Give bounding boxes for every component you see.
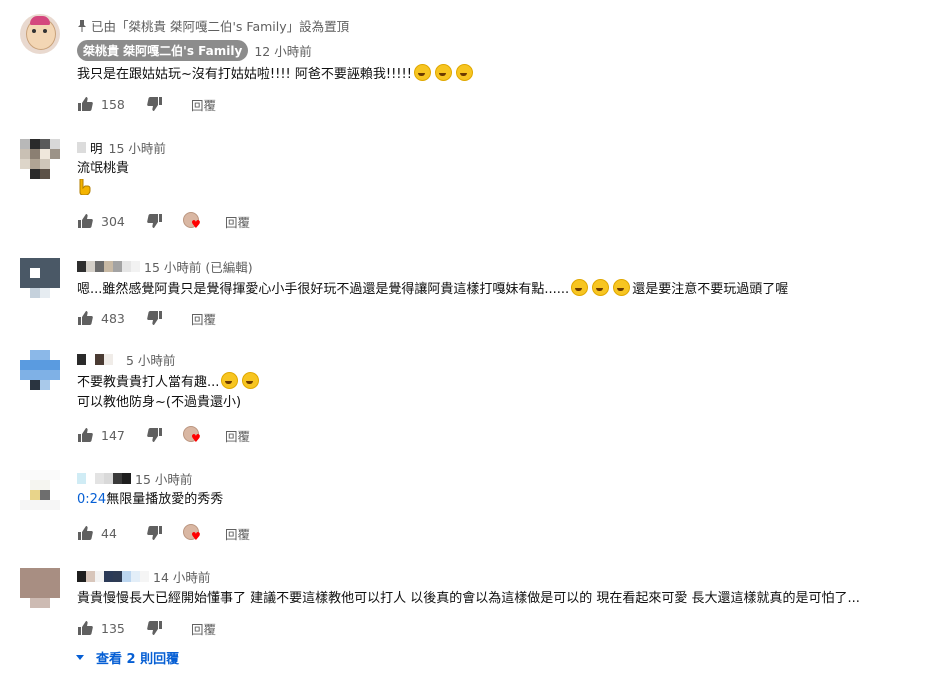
- reply-button[interactable]: 回覆: [191, 95, 216, 114]
- laugh-emoji-icon: [242, 372, 260, 389]
- creator-heart: ♥: [183, 524, 203, 542]
- heart-icon: ♥: [191, 432, 201, 445]
- comment-text: 不要教貴貴打人當有趣...: [77, 372, 261, 393]
- comment-time[interactable]: 12 小時前: [254, 41, 311, 60]
- comment-text-line-2: 可以教他防身~(不過貴還小): [77, 395, 242, 410]
- pin-icon: [78, 20, 86, 32]
- comment-text: 我只是在跟姑姑玩~沒有打姑姑啦!!!! 阿爸不要誣賴我!!!!!: [77, 64, 475, 85]
- comment-meta: 桀桃貴 桀阿嘎二伯's Family 12 小時前: [77, 39, 312, 61]
- comment-time[interactable]: 15 小時前: [109, 138, 166, 157]
- thumb-down-icon[interactable]: [147, 96, 163, 112]
- reply-button[interactable]: 回覆: [225, 212, 250, 231]
- point-down-hand-icon: [79, 178, 91, 196]
- comment-text: 貴貴慢慢長大已經開始懂事了 建議不要這樣教他可以打人 以後真的會以為這樣做是可以…: [77, 591, 860, 606]
- laugh-emoji-icon: [221, 372, 239, 389]
- thumb-down-icon[interactable]: [147, 427, 163, 443]
- like-count: 135: [101, 620, 125, 636]
- reply-button[interactable]: 回覆: [191, 309, 216, 328]
- heart-icon: ♥: [191, 530, 201, 543]
- avatar[interactable]: [20, 14, 60, 54]
- avatar[interactable]: [20, 350, 60, 390]
- dropdown-triangle-icon: [76, 655, 84, 660]
- avatar[interactable]: [20, 258, 60, 298]
- comment-time[interactable]: 5 小時前: [126, 350, 175, 369]
- comment-meta: 14 小時前: [77, 566, 210, 586]
- comment-text: 流氓桃貴: [77, 161, 130, 176]
- comment-meta: 15 小時前: [77, 468, 192, 488]
- reply-button[interactable]: 回覆: [225, 524, 250, 543]
- author-name[interactable]: [77, 472, 135, 484]
- comment-meta: 15 小時前 (已編輯): [77, 256, 253, 276]
- comment-time[interactable]: 15 小時前: [135, 469, 192, 488]
- like-count: 158: [101, 96, 125, 112]
- thumb-up-icon[interactable]: [77, 427, 93, 443]
- avatar[interactable]: [20, 139, 60, 179]
- like-count: 483: [101, 310, 125, 326]
- thumb-up-icon[interactable]: [77, 620, 93, 636]
- creator-heart: ♥: [183, 426, 203, 444]
- thumb-down-icon[interactable]: [147, 213, 163, 229]
- reply-button[interactable]: 回覆: [191, 619, 216, 638]
- thumb-up-icon[interactable]: [77, 96, 93, 112]
- creator-heart: ♥: [183, 212, 203, 230]
- avatar[interactable]: [20, 470, 60, 510]
- view-replies-button[interactable]: 查看 2 則回覆: [76, 648, 179, 667]
- thumb-up-icon[interactable]: [77, 310, 93, 326]
- reply-button[interactable]: 回覆: [225, 426, 250, 445]
- author-name[interactable]: 明: [77, 138, 103, 157]
- pinned-label: 已由「桀桃貴 桀阿嘎二伯's Family」設為置頂: [77, 16, 349, 35]
- avatar[interactable]: [20, 568, 60, 608]
- thumb-down-icon[interactable]: [147, 620, 163, 636]
- laugh-emoji-icon: [592, 279, 610, 296]
- laugh-emoji-icon: [613, 279, 631, 296]
- like-count: 147: [101, 427, 125, 443]
- author-name[interactable]: [77, 260, 144, 272]
- thumb-up-icon[interactable]: [77, 525, 93, 541]
- comment-emoji-line: [77, 178, 91, 202]
- author-name[interactable]: [77, 570, 153, 582]
- thumb-down-icon[interactable]: [147, 525, 163, 541]
- thumb-down-icon[interactable]: [147, 310, 163, 326]
- laugh-emoji-icon: [571, 279, 589, 296]
- heart-icon: ♥: [191, 218, 201, 231]
- like-count: 304: [101, 213, 125, 229]
- author-name[interactable]: [77, 353, 126, 365]
- author-name[interactable]: 桀桃貴 桀阿嘎二伯's Family: [77, 39, 249, 61]
- grin-emoji-icon: [413, 64, 431, 81]
- comment-meta: 5 小時前: [77, 349, 175, 369]
- comment-time[interactable]: 14 小時前: [153, 567, 210, 586]
- comment-time[interactable]: 15 小時前 (已編輯): [144, 257, 253, 276]
- like-count: 44: [101, 525, 117, 541]
- grin-emoji-icon: [434, 64, 452, 81]
- view-replies-label: 查看 2 則回覆: [96, 652, 180, 667]
- timestamp-link[interactable]: 0:24: [77, 492, 106, 507]
- comment-meta: 明 15 小時前: [77, 137, 166, 157]
- thumb-up-icon[interactable]: [77, 213, 93, 229]
- grin-emoji-icon: [455, 64, 473, 81]
- comment-text: 0:24無限量播放愛的秀秀: [77, 492, 224, 507]
- comment-text: 嗯...雖然感覺阿貴只是覺得揮愛心小手很好玩不過還是覺得讓阿貴這樣打嘎妹有點..…: [77, 279, 788, 300]
